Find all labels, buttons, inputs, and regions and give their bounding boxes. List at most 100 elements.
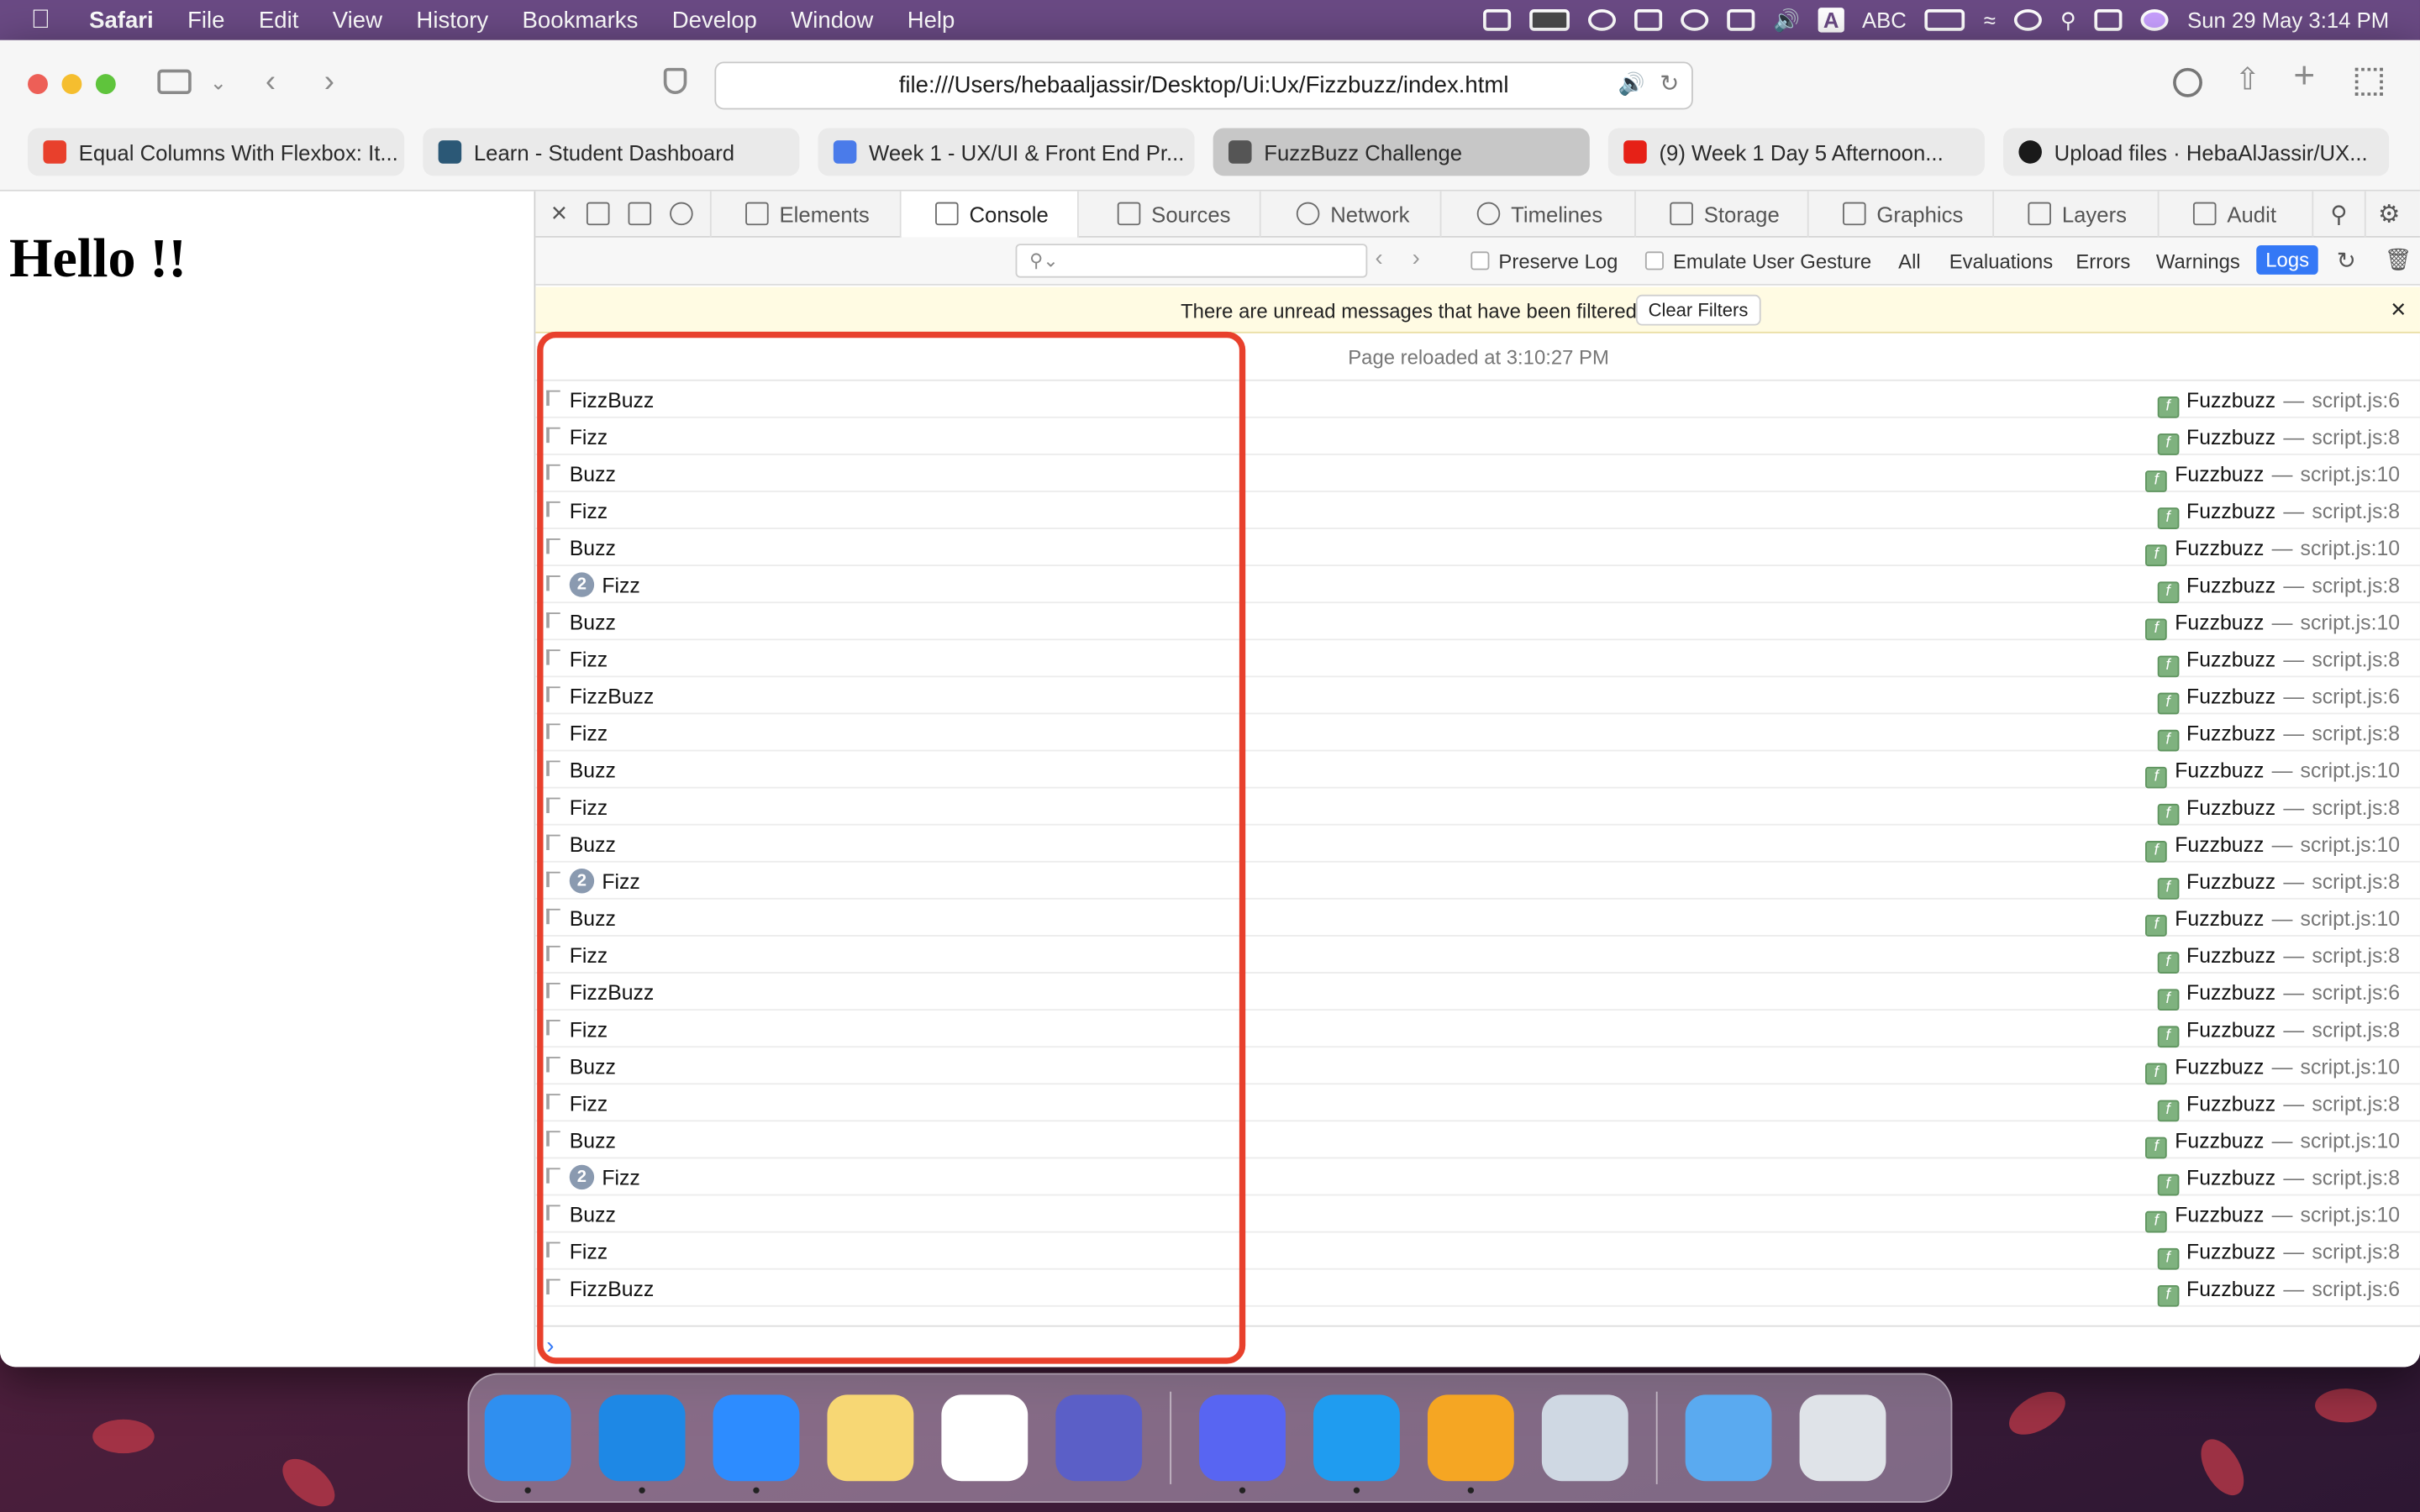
log-source-link[interactable]: f Fuzzbuzz — script.js:10 bbox=[2145, 759, 2400, 789]
console-log-row[interactable]: Buzz f Fuzzbuzz — script.js:10 bbox=[535, 1121, 2420, 1159]
audio-playing-icon[interactable]: 🔊 bbox=[1618, 71, 1645, 97]
recording-icon[interactable] bbox=[1529, 9, 1570, 31]
sidebar-toggle-icon[interactable] bbox=[157, 69, 192, 95]
console-log-row[interactable]: FizzBuzz f Fuzzbuzz — script.js:6 bbox=[535, 381, 2420, 418]
log-source-link[interactable]: f Fuzzbuzz — script.js:8 bbox=[2157, 1241, 2400, 1270]
user-icon[interactable] bbox=[2013, 9, 2042, 31]
wifi-icon[interactable]: ≈ bbox=[1984, 8, 1996, 32]
log-source-link[interactable]: f Fuzzbuzz — script.js:10 bbox=[2145, 1055, 2400, 1085]
clear-filters-button[interactable]: Clear Filters bbox=[1635, 294, 1761, 326]
menu-bookmarks[interactable]: Bookmarks bbox=[505, 7, 655, 33]
menu-develop[interactable]: Develop bbox=[655, 7, 775, 33]
console-prompt-input[interactable]: › bbox=[535, 1325, 2420, 1368]
preview-icon[interactable] bbox=[1541, 1394, 1628, 1482]
next-match-icon[interactable]: › bbox=[1413, 245, 1420, 271]
tab-timelines[interactable]: Timelines bbox=[1441, 190, 1636, 237]
tab-overview-icon[interactable] bbox=[2354, 67, 2383, 96]
dock-bottom-icon[interactable] bbox=[586, 202, 609, 226]
log-source-link[interactable]: f Fuzzbuzz — script.js:8 bbox=[2157, 944, 2400, 974]
trash-icon[interactable] bbox=[1799, 1394, 1886, 1482]
log-source-link[interactable]: f Fuzzbuzz — script.js:8 bbox=[2157, 426, 2400, 455]
new-tab-icon[interactable]: + bbox=[2293, 58, 2315, 95]
volume-icon[interactable]: 🔊 bbox=[1773, 7, 1800, 33]
log-source-link[interactable]: f Fuzzbuzz — script.js:8 bbox=[2157, 648, 2400, 678]
log-source-link[interactable]: f Fuzzbuzz — script.js:8 bbox=[2157, 1018, 2400, 1048]
log-source-link[interactable]: f Fuzzbuzz — script.js:6 bbox=[2157, 389, 2400, 418]
log-source-link[interactable]: f Fuzzbuzz — script.js:6 bbox=[2157, 981, 2400, 1011]
console-log-row[interactable]: Fizz f Fuzzbuzz — script.js:8 bbox=[535, 1084, 2420, 1122]
tab-elements[interactable]: Elements bbox=[712, 190, 902, 237]
apple-menu-icon[interactable]:  bbox=[0, 5, 72, 36]
menu-clock[interactable]: Sun 29 May 3:14 PM bbox=[2187, 8, 2389, 32]
log-source-link[interactable]: f Fuzzbuzz — script.js:8 bbox=[2157, 574, 2400, 604]
log-source-link[interactable]: f Fuzzbuzz — script.js:10 bbox=[2145, 833, 2400, 863]
zoom-window-button[interactable] bbox=[95, 74, 116, 95]
log-source-link[interactable]: f Fuzzbuzz — script.js:10 bbox=[2145, 1204, 2400, 1233]
tab-storage[interactable]: Storage bbox=[1636, 190, 1809, 237]
tab-github-upload[interactable]: Upload files · HebaAlJassir/UX... bbox=[2003, 128, 2390, 176]
console-log-row[interactable]: Fizz f Fuzzbuzz — script.js:8 bbox=[535, 640, 2420, 678]
reload-icon[interactable]: ↻ bbox=[1660, 70, 1679, 97]
close-banner-icon[interactable]: × bbox=[2391, 295, 2406, 326]
inspector-search-icon[interactable]: ⚲ bbox=[2313, 190, 2366, 237]
menu-app-name[interactable]: Safari bbox=[72, 7, 171, 33]
console-filter-input[interactable]: ⚲⌄ bbox=[1015, 244, 1368, 278]
tab-fuzzbuzz-challenge[interactable]: FuzzBuzz Challenge bbox=[1213, 128, 1590, 176]
privacy-shield-icon[interactable] bbox=[663, 67, 687, 95]
log-source-link[interactable]: f Fuzzbuzz — script.js:6 bbox=[2157, 685, 2400, 715]
zoom-icon[interactable] bbox=[713, 1394, 800, 1494]
console-log-row[interactable]: Fizz f Fuzzbuzz — script.js:8 bbox=[535, 714, 2420, 752]
clear-console-icon[interactable]: 🗑 bbox=[2385, 247, 2412, 273]
tab-network[interactable]: Network bbox=[1261, 190, 1442, 237]
menu-view[interactable]: View bbox=[316, 7, 400, 33]
log-source-link[interactable]: f Fuzzbuzz — script.js:10 bbox=[2145, 1129, 2400, 1159]
safari-icon[interactable] bbox=[598, 1394, 686, 1494]
teams-icon[interactable] bbox=[1055, 1394, 1143, 1482]
battery-icon[interactable] bbox=[1924, 9, 1965, 31]
console-log-row[interactable]: Buzz f Fuzzbuzz — script.js:10 bbox=[535, 900, 2420, 937]
console-log-row[interactable]: 2 Fizz f Fuzzbuzz — script.js:8 bbox=[535, 863, 2420, 900]
zoom-status-icon[interactable] bbox=[1482, 9, 1512, 31]
filter-evaluations[interactable]: Evaluations bbox=[1949, 250, 2053, 274]
close-inspector-icon[interactable]: × bbox=[551, 197, 567, 230]
downloads-folder-icon[interactable] bbox=[1685, 1394, 1772, 1482]
tab-youtube-week1[interactable]: (9) Week 1 Day 5 Afternoon... bbox=[1607, 128, 1985, 176]
tab-layers[interactable]: Layers bbox=[1994, 190, 2160, 237]
play-icon[interactable] bbox=[1681, 9, 1709, 31]
notes-icon[interactable] bbox=[827, 1394, 914, 1482]
tab-equal-columns[interactable]: Equal Columns With Flexbox: It... bbox=[28, 128, 405, 176]
console-log-row[interactable]: Fizz f Fuzzbuzz — script.js:8 bbox=[535, 418, 2420, 455]
console-log-row[interactable]: Buzz f Fuzzbuzz — script.js:10 bbox=[535, 603, 2420, 641]
console-log-row[interactable]: Buzz f Fuzzbuzz — script.js:10 bbox=[535, 826, 2420, 863]
menu-help[interactable]: Help bbox=[890, 7, 971, 33]
console-log-row[interactable]: Fizz f Fuzzbuzz — script.js:8 bbox=[535, 937, 2420, 974]
back-button[interactable]: ‹ bbox=[266, 66, 276, 97]
log-source-link[interactable]: f Fuzzbuzz — script.js:10 bbox=[2145, 537, 2400, 567]
bookshelf-icon[interactable] bbox=[1634, 9, 1663, 31]
log-source-link[interactable]: f Fuzzbuzz — script.js:8 bbox=[2157, 796, 2400, 826]
address-bar[interactable]: file:///Users/hebaaljassir/Desktop/Ui:Ux… bbox=[714, 61, 1693, 110]
screen-mirroring-icon[interactable] bbox=[1727, 9, 1755, 31]
finder-icon[interactable] bbox=[484, 1394, 571, 1494]
log-source-link[interactable]: f Fuzzbuzz — script.js:10 bbox=[2145, 463, 2400, 492]
console-log-row[interactable]: FizzBuzz f Fuzzbuzz — script.js:6 bbox=[535, 1270, 2420, 1307]
photos-icon[interactable] bbox=[1427, 1394, 1514, 1494]
console-log-row[interactable]: Fizz f Fuzzbuzz — script.js:8 bbox=[535, 1233, 2420, 1270]
tab-sources[interactable]: Sources bbox=[1079, 190, 1261, 237]
log-source-link[interactable]: f Fuzzbuzz — script.js:10 bbox=[2145, 907, 2400, 937]
siri-icon[interactable] bbox=[2140, 9, 2170, 31]
log-source-link[interactable]: f Fuzzbuzz — script.js:8 bbox=[2157, 870, 2400, 900]
console-log-row[interactable]: 2 Fizz f Fuzzbuzz — script.js:8 bbox=[535, 1158, 2420, 1196]
keyboard-a-icon[interactable]: A bbox=[1818, 8, 1844, 33]
menu-history[interactable]: History bbox=[399, 7, 505, 33]
filter-errors[interactable]: Errors bbox=[2075, 250, 2130, 274]
emulate-gesture-checkbox[interactable] bbox=[1644, 251, 1664, 270]
console-log-row[interactable]: Buzz f Fuzzbuzz — script.js:10 bbox=[535, 1047, 2420, 1085]
spotlight-search-icon[interactable]: ⚲ bbox=[2060, 7, 2076, 33]
console-log-row[interactable]: Buzz f Fuzzbuzz — script.js:10 bbox=[535, 1195, 2420, 1233]
log-source-link[interactable]: f Fuzzbuzz — script.js:8 bbox=[2157, 500, 2400, 529]
messenger-icon[interactable] bbox=[1587, 9, 1616, 31]
previous-match-icon[interactable]: ‹ bbox=[1375, 245, 1382, 271]
reload-page-icon[interactable]: ↻ bbox=[2337, 247, 2356, 275]
preserve-log-checkbox[interactable] bbox=[1470, 251, 1490, 270]
